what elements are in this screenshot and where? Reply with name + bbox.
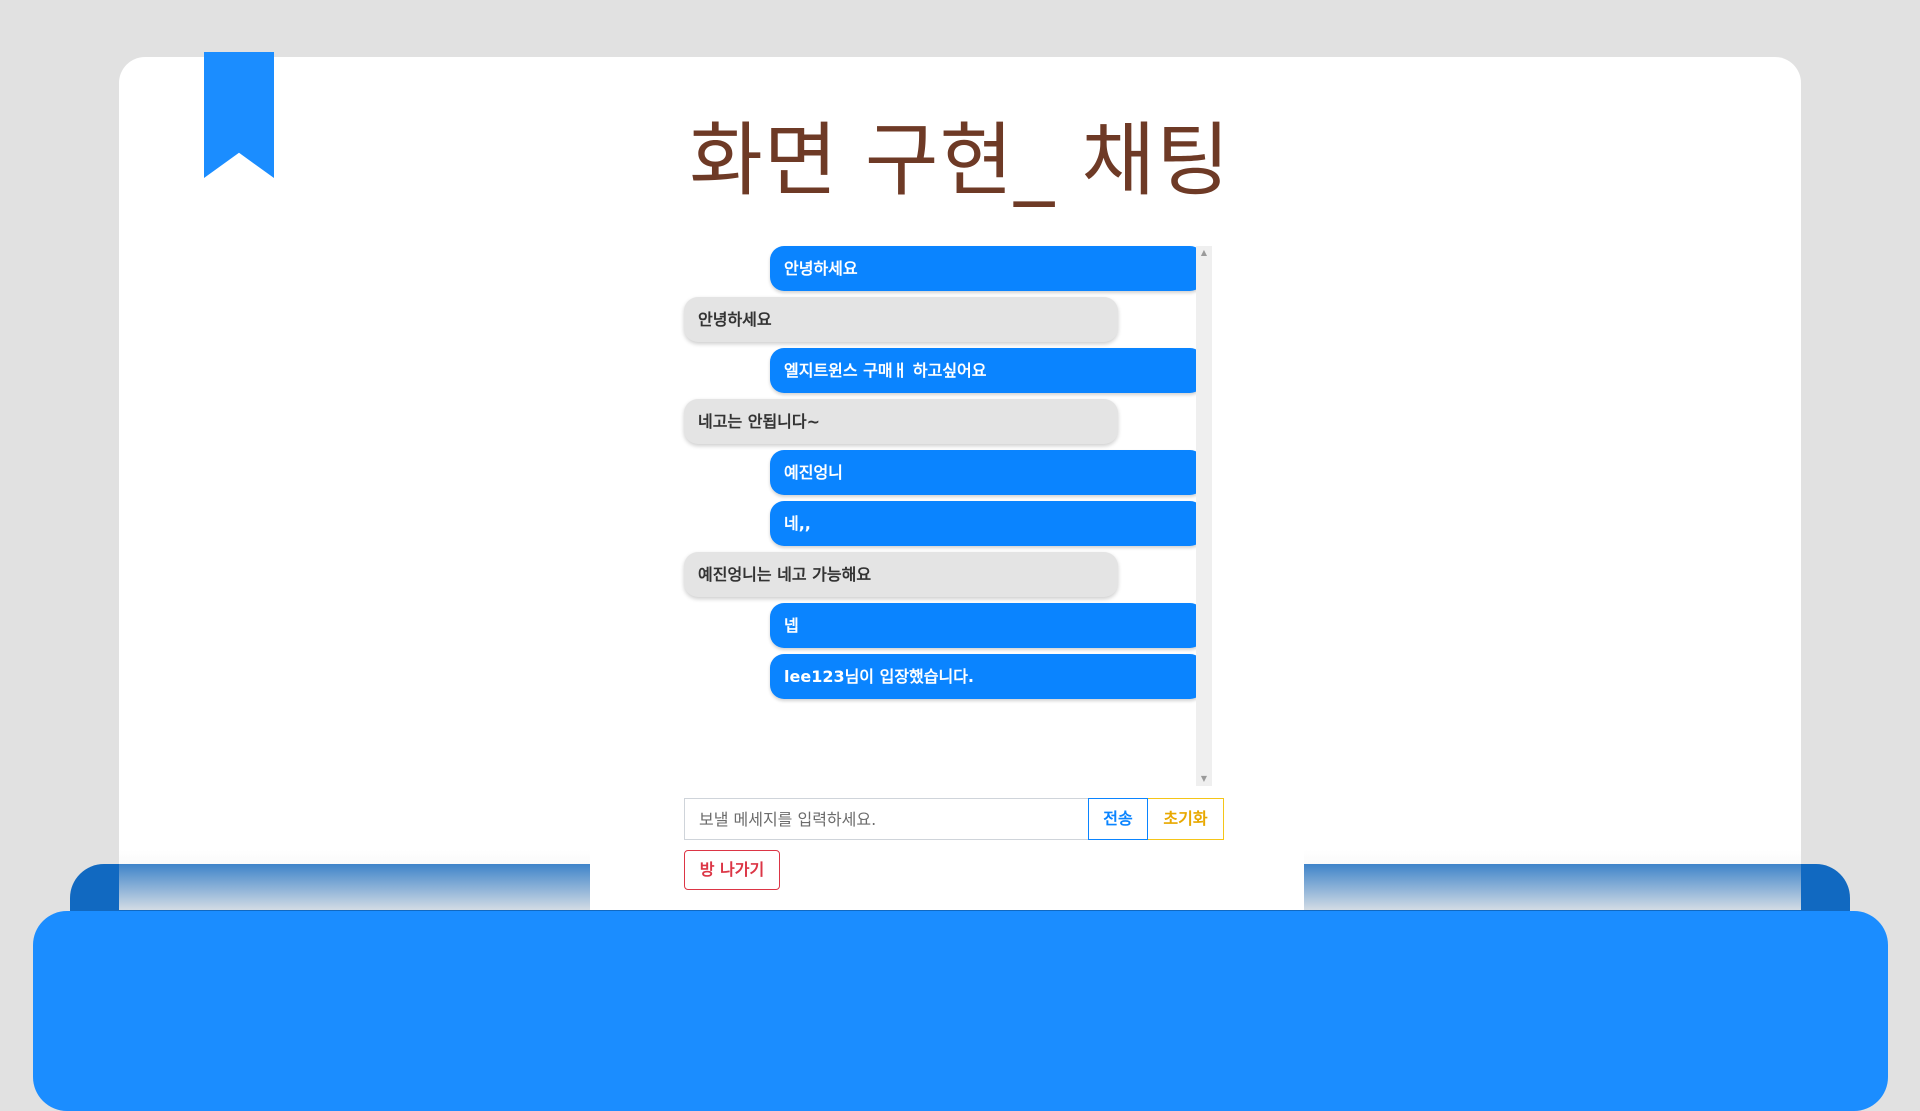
chat-message-sent: 네,, <box>770 501 1204 546</box>
chat-message-received: 예진엉니는 네고 가능해요 <box>684 552 1118 597</box>
chat-message-sent: lee123님이 입장했습니다. <box>770 654 1204 699</box>
chat-message-sent: 안녕하세요 <box>770 246 1204 291</box>
bottom-panel <box>33 911 1888 1111</box>
chat-message-sent: 예진엉니 <box>770 450 1204 495</box>
chat-message-sent: 엘지트윈스 구매ㅐ 하고싶어요 <box>770 348 1204 393</box>
message-input-row: 전송 초기화 <box>684 798 1224 840</box>
message-input[interactable] <box>684 798 1088 840</box>
scroll-up-arrow-icon[interactable]: ▲ <box>1196 246 1212 260</box>
chat-message-received: 안녕하세요 <box>684 297 1118 342</box>
page-title: 화면 구현_ 채팅 <box>689 114 1231 207</box>
reset-button[interactable]: 초기화 <box>1148 798 1224 840</box>
chat-message-received: 네고는 안됩니다~ <box>684 399 1118 444</box>
leave-room-button[interactable]: 방 나가기 <box>684 850 780 890</box>
chat-window: 안녕하세요 안녕하세요 엘지트윈스 구매ㅐ 하고싶어요 네고는 안됩니다~ 예진… <box>590 238 1304 910</box>
scroll-down-arrow-icon[interactable]: ▼ <box>1196 772 1212 786</box>
chat-message-sent: 넵 <box>770 603 1204 648</box>
chat-message-list[interactable]: 안녕하세요 안녕하세요 엘지트윈스 구매ㅐ 하고싶어요 네고는 안됩니다~ 예진… <box>684 246 1212 786</box>
send-button[interactable]: 전송 <box>1088 798 1148 840</box>
chat-scrollbar[interactable]: ▲ ▼ <box>1196 246 1212 786</box>
